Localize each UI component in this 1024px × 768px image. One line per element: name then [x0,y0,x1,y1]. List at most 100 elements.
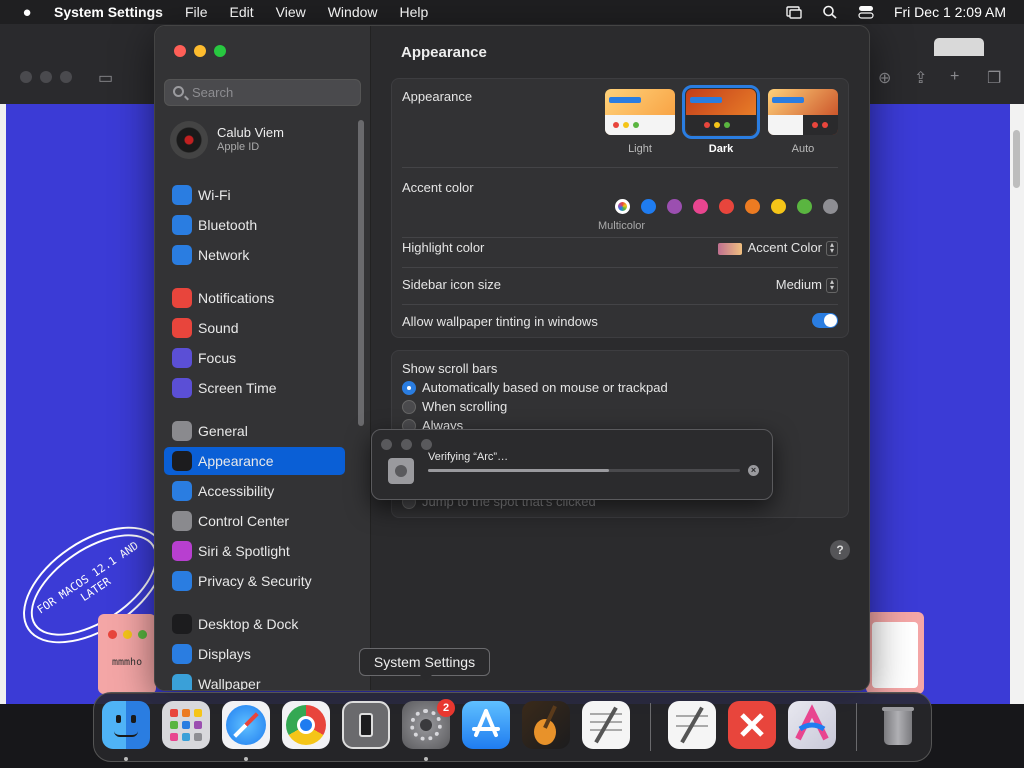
sidebar-item-screen-time[interactable]: Screen Time [164,374,345,402]
minimize-button[interactable] [194,45,206,57]
menu-view[interactable]: View [276,4,306,20]
sidebar-item-wallpaper[interactable]: Wallpaper [164,670,345,690]
verifying-app-icon [388,458,414,484]
auto-mode-label[interactable]: Auto [768,143,838,155]
sidebar-item-label: Appearance [198,453,274,469]
scroll-auto-label[interactable]: Automatically based on mouse or trackpad [422,380,668,395]
menu-window[interactable]: Window [328,4,378,20]
app-store-icon[interactable] [462,701,510,749]
sidebar-item-label: Notifications [198,290,275,306]
sidebar-item-wi-fi[interactable]: Wi-Fi [164,181,345,209]
sidebar-item-network[interactable]: Network [164,241,345,269]
divider [402,167,838,168]
sidebar-item-general[interactable]: General [164,417,345,445]
safari-icon[interactable] [222,701,270,749]
verify-progress-fill [428,469,609,472]
help-button[interactable]: ? [830,540,850,560]
background-scrollbar-track [1010,104,1024,714]
search-input[interactable] [192,80,357,105]
sidebar-icon-size-popup[interactable]: Medium ▴ ▾ [775,277,838,294]
verify-progress-bar [428,469,740,472]
chrome-icon[interactable] [282,701,330,749]
sidebar-item-appearance[interactable]: Appearance [164,447,345,475]
menu-app-name[interactable]: System Settings [54,4,163,20]
scroll-bars-label: Show scroll bars [402,361,498,376]
dark-mode-thumbnail[interactable] [682,85,760,139]
menu-edit[interactable]: Edit [230,4,254,20]
arc-browser-icon[interactable] [788,701,836,749]
control-center-icon[interactable] [858,5,874,19]
finder-icon[interactable] [102,701,150,749]
accent-color-swatch[interactable] [771,199,786,214]
textedit-icon[interactable] [582,701,630,749]
running-indicator [124,757,128,761]
sidebar-item-privacy-security[interactable]: Privacy & Security [164,567,345,595]
zoom-button[interactable] [214,45,226,57]
hand-icon [172,571,192,591]
menu-file[interactable]: File [185,4,208,20]
sidebar-item-label: Privacy & Security [198,573,312,589]
sidebar-item-displays[interactable]: Displays [164,640,345,668]
background-window-light [20,71,32,83]
highlight-color-label: Highlight color [402,240,485,255]
sidebar-item-label: Accessibility [198,483,275,499]
sidebar-item-label: Wi-Fi [198,187,231,203]
close-button[interactable] [174,45,186,57]
chevron-updown-icon: ▴ ▾ [826,278,838,294]
trash-icon[interactable] [874,701,922,749]
remote-desktop-icon[interactable] [728,701,776,749]
sidebar-scrollbar[interactable] [358,120,364,426]
accent-color-swatch[interactable] [797,199,812,214]
background-tab [934,38,984,56]
sidebar-item-notifications[interactable]: Notifications [164,284,345,312]
accent-color-swatch[interactable] [641,199,656,214]
cancel-verify-icon[interactable]: × [748,465,759,476]
sidebar-item-desktop-dock[interactable]: Desktop & Dock [164,610,345,638]
scroll-when-scrolling-label[interactable]: When scrolling [422,399,507,414]
simulator-icon[interactable] [342,701,390,749]
sidebar-item-label: Control Center [198,513,290,529]
appearance-settings-panel: Appearance Light Dark Auto Accent color … [391,78,849,338]
sidebar-icon-size-value: Medium [775,277,822,292]
dark-mode-label[interactable]: Dark [686,143,756,155]
search-field[interactable] [164,79,361,106]
accent-color-swatch[interactable] [745,199,760,214]
accent-color-swatch[interactable] [693,199,708,214]
scroll-when-scrolling-radio[interactable] [402,400,416,414]
sidebar-item-control-center[interactable]: Control Center [164,507,345,535]
accent-multicolor-swatch[interactable] [615,199,630,214]
appearance-icon [172,451,192,471]
apple-id-profile[interactable]: Calub Viem Apple ID [170,119,360,159]
wallpaper-card-left: mmmho [98,614,156,694]
download-icon: ⊕ [878,70,892,87]
apple-menu-icon[interactable]: ● [0,4,54,21]
new-tab-icon: + [950,68,960,85]
recent-textedit-icon[interactable] [668,701,716,749]
background-window-light [60,71,72,83]
auto-mode-thumbnail[interactable] [768,89,838,135]
light-mode-thumbnail[interactable] [605,89,675,135]
accent-color-swatch[interactable] [667,199,682,214]
accent-color-swatch[interactable] [823,199,838,214]
network-icon [172,245,192,265]
garageband-icon[interactable] [522,701,570,749]
chevron-updown-icon: ▴ ▾ [826,241,838,257]
sidebar-item-bluetooth[interactable]: Bluetooth [164,211,345,239]
light-mode-label[interactable]: Light [605,143,675,155]
accent-color-swatch[interactable] [719,199,734,214]
sidebar-item-accessibility[interactable]: Accessibility [164,477,345,505]
wallpaper-tinting-toggle[interactable] [812,313,838,328]
sidebar-item-siri-spotlight[interactable]: Siri & Spotlight [164,537,345,565]
sidebar-item-focus[interactable]: Focus [164,344,345,372]
screen-mirroring-icon[interactable] [786,5,802,19]
background-window-light [40,71,52,83]
accessibility-icon [172,481,192,501]
scroll-auto-radio[interactable] [402,381,416,395]
background-window-edge [0,104,6,704]
highlight-color-popup[interactable]: Accent Color ▴ ▾ [717,240,838,257]
spotlight-search-icon[interactable] [822,5,838,19]
menu-help[interactable]: Help [400,4,429,20]
sidebar-item-sound[interactable]: Sound [164,314,345,342]
launchpad-icon[interactable] [162,701,210,749]
menu-clock[interactable]: Fri Dec 1 2:09 AM [894,4,1006,20]
